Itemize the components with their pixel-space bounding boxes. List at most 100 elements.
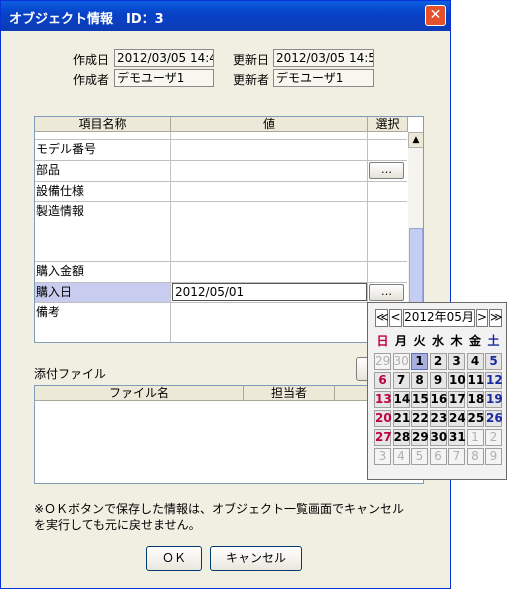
calendar-popup: ≪ < 2012年05月 > ≫ 日月火水木金土 29 30 1 2 3 4 5 6 7 8 9 10 1… [367,302,507,480]
calendar-day[interactable]: 16 [429,391,447,408]
calendar-day-outside[interactable]: 5 [411,448,428,465]
row-label: 備考 [35,303,171,342]
next-year-button[interactable]: ≫ [489,309,503,327]
calendar-day[interactable]: 22 [411,410,429,427]
attribute-grid: 項目名称 値 選択 モデル番号 部品 … 設備仕様 製造情報 購入金額 購入日 … [34,116,424,343]
calendar-day[interactable]: 2 [429,353,447,370]
select-parts-button[interactable]: … [369,162,404,179]
created-value: 2012/03/05 14:41 [114,49,214,67]
next-month-button[interactable]: > [476,309,488,327]
column-header-select: 選択 [368,117,408,132]
calendar-day[interactable]: 13 [374,391,392,408]
table-row: モデル番号 [35,140,407,161]
row-value-cell[interactable] [171,140,368,160]
creator-label: 作成者 [73,73,110,87]
calendar-day[interactable]: 9 [429,372,447,389]
calendar-day-outside[interactable]: 29 [374,353,391,370]
calendar-day[interactable]: 21 [392,410,410,427]
calendar-day[interactable]: 1 [411,353,428,370]
calendar-day[interactable]: 29 [411,429,429,446]
calendar-open-button[interactable]: … [369,284,404,301]
updated-value: 2012/03/05 14:58 [273,49,374,67]
row-label: モデル番号 [35,140,171,160]
column-header-item-name: 項目名称 [35,117,171,132]
calendar-day[interactable]: 8 [411,372,428,389]
row-label: 部品 [35,161,171,181]
prev-year-button[interactable]: ≪ [375,309,389,327]
calendar-day-outside[interactable]: 9 [485,448,502,465]
row-label: 設備仕様 [35,182,171,201]
attachments-grid: ファイル名 担当者 削除 [34,385,424,484]
calendar-day-outside[interactable]: 1 [466,429,484,446]
calendar-day[interactable]: 31 [448,429,466,446]
weekday-header: 木 [450,334,463,348]
weekday-header: 日 [376,334,389,348]
row-value-cell[interactable] [171,262,368,282]
calendar-day[interactable]: 18 [466,391,484,408]
table-row: 設備仕様 [35,182,407,202]
row-value-cell[interactable] [171,161,368,181]
calendar-day-outside[interactable]: 6 [429,448,447,465]
calendar-day[interactable]: 24 [448,410,466,427]
created-label: 作成日 [73,53,110,67]
calendar-month-label: 2012年05月 [403,309,475,327]
column-header-owner: 担当者 [244,386,335,401]
calendar-day[interactable]: 3 [448,353,465,370]
calendar-day-outside[interactable]: 30 [392,353,410,370]
table-row: 購入金額 [35,262,407,283]
table-row-selected: 購入日 2012/05/01 … [35,283,407,303]
calendar-day[interactable]: 25 [466,410,484,427]
calendar-day-outside[interactable]: 3 [374,448,391,465]
row-value-cell[interactable] [171,202,368,261]
column-header-file-name: ファイル名 [35,386,244,401]
save-warning-note: ※ＯＫボタンで保存した情報は、オブジェクト一覧画面でキャンセルを実行しても元に戻… [34,502,405,532]
calendar-day[interactable]: 14 [392,391,410,408]
calendar-day[interactable]: 5 [485,353,502,370]
attachments-label: 添付ファイル [34,367,107,381]
close-button[interactable]: ✕ [425,5,446,26]
scroll-up-icon[interactable]: ▲ [408,132,423,148]
calendar-day[interactable]: 10 [448,372,466,389]
calendar-day[interactable]: 26 [485,410,503,427]
calendar-day[interactable]: 23 [429,410,447,427]
calendar-day-outside[interactable]: 4 [392,448,410,465]
table-row-partial [35,132,407,140]
row-value-cell[interactable] [171,182,368,201]
weekday-header: 金 [468,334,481,348]
table-row: 部品 … [35,161,407,182]
row-label: 製造情報 [35,202,171,261]
weekday-header: 月 [394,334,407,348]
row-value-cell[interactable] [171,303,368,342]
updated-label: 更新日 [233,53,270,67]
calendar-day[interactable]: 20 [374,410,392,427]
calendar-day-outside[interactable]: 8 [466,448,484,465]
updater-value: デモユーザ1 [273,69,374,87]
row-label: 購入日 [35,283,171,302]
calendar-day[interactable]: 4 [466,353,484,370]
title-bar[interactable]: オブジェクト情報 ID：3 ✕ [1,1,450,31]
calendar-day[interactable]: 30 [429,429,447,446]
calendar-day[interactable]: 27 [374,429,392,446]
purchase-date-input[interactable]: 2012/05/01 [172,283,367,301]
calendar-day[interactable]: 6 [374,372,391,389]
ok-button[interactable]: ＯＫ [146,546,202,571]
calendar-day-outside[interactable]: 7 [448,448,465,465]
calendar-day-outside[interactable]: 2 [485,429,502,446]
weekday-header: 土 [487,334,500,348]
calendar-day[interactable]: 7 [392,372,410,389]
calendar-day[interactable]: 11 [466,372,484,389]
row-label: 購入金額 [35,262,171,282]
weekday-header: 水 [431,334,444,348]
calendar-day[interactable]: 15 [411,391,429,408]
calendar-day[interactable]: 28 [392,429,410,446]
object-info-window: オブジェクト情報 ID：3 ✕ 作成日 2012/03/05 14:41 更新日… [0,0,451,589]
calendar-day[interactable]: 12 [485,372,503,389]
calendar-day[interactable]: 17 [448,391,466,408]
cancel-button[interactable]: キャンセル [210,546,302,571]
table-row: 備考 [35,303,407,342]
prev-month-button[interactable]: < [389,309,402,327]
column-header-value: 値 [171,117,368,132]
creator-value: デモユーザ1 [114,69,214,87]
calendar-day[interactable]: 19 [485,391,503,408]
window-title: オブジェクト情報 ID：3 [9,12,164,27]
